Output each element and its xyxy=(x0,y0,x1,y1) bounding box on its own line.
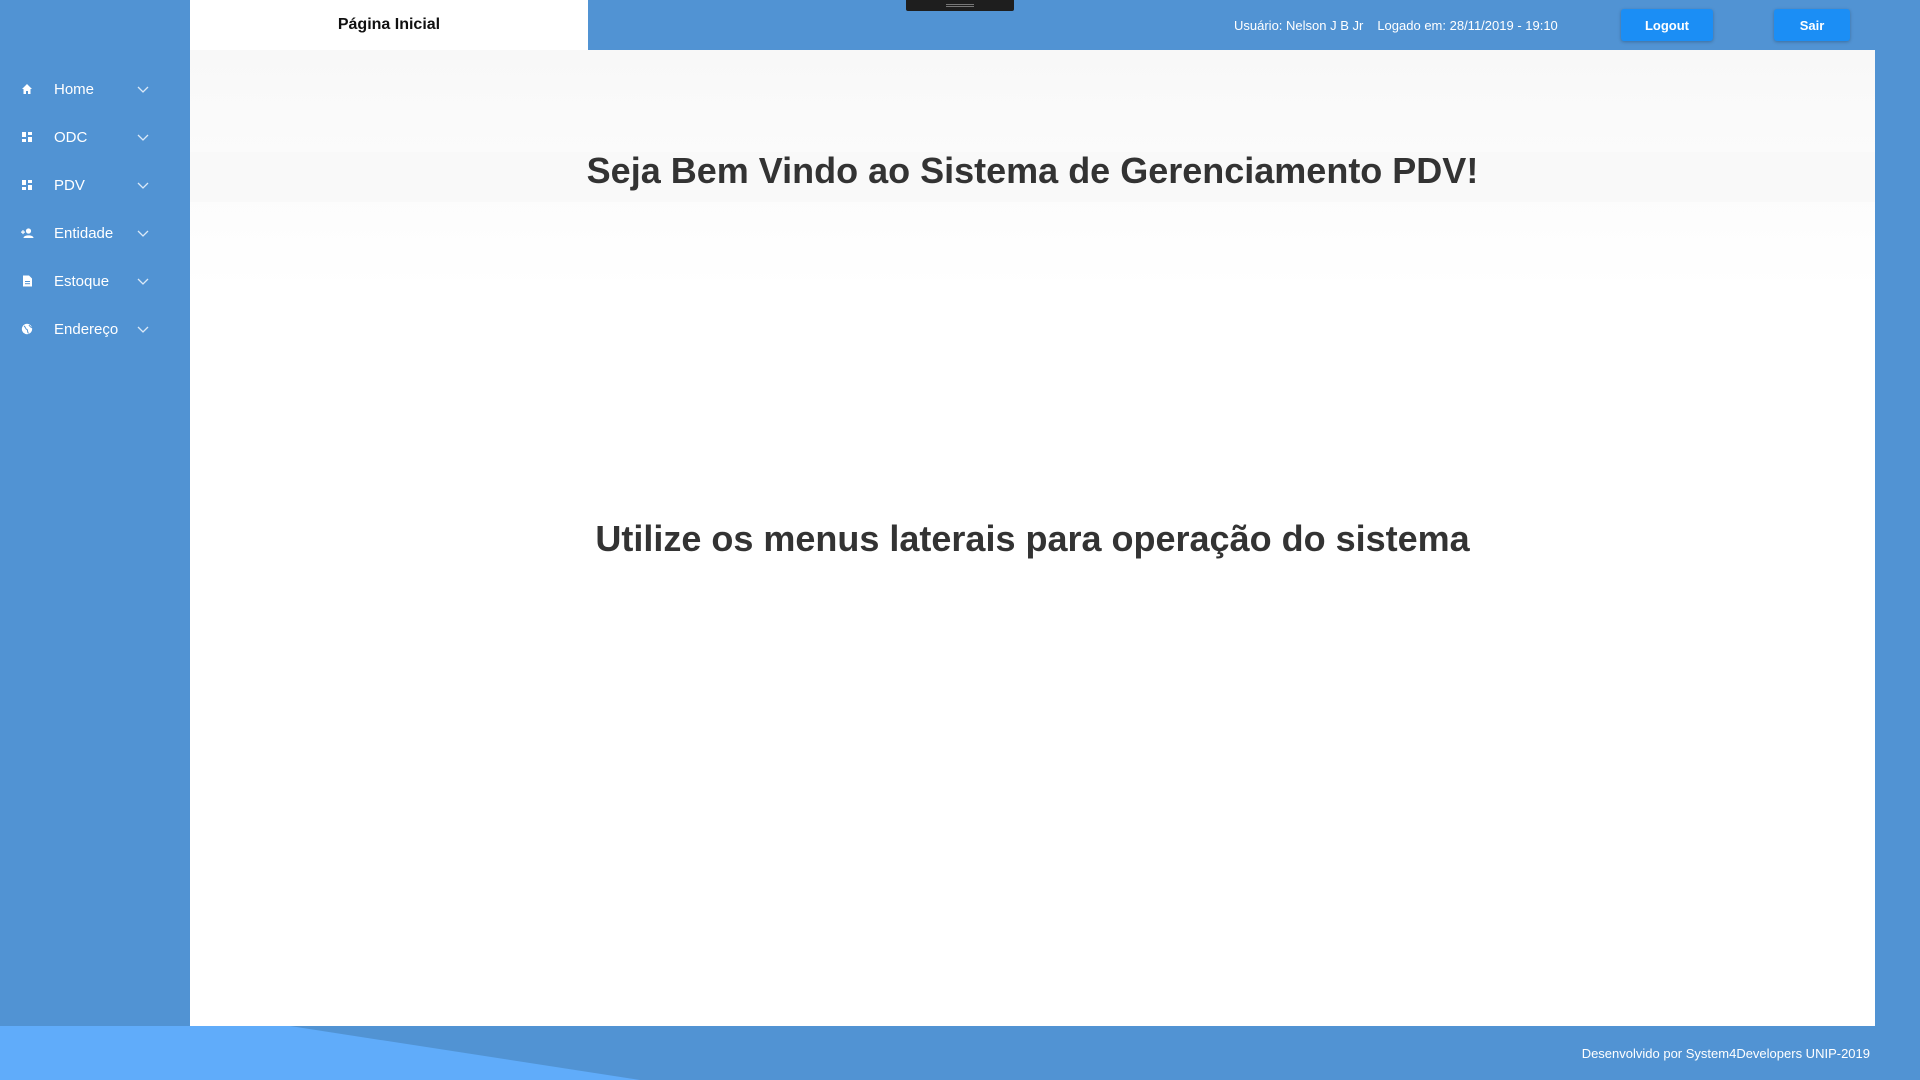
sidebar-item-pdv[interactable]: PDV xyxy=(0,161,190,209)
sidebar-item-entidade[interactable]: Entidade xyxy=(0,209,190,257)
chevron-down-icon xyxy=(136,130,150,144)
footer-credit: Desenvolvido por System4Developers UNIP-… xyxy=(1581,1045,1870,1061)
sidebar-item-estoque[interactable]: Estoque xyxy=(0,257,190,305)
sidebar-item-label: Estoque xyxy=(54,272,110,290)
chevron-down-icon xyxy=(136,82,150,96)
tab-pagina-inicial[interactable]: Página Inicial xyxy=(190,0,588,50)
globe-icon xyxy=(20,322,34,336)
drag-handle[interactable] xyxy=(906,0,1014,11)
sidebar-item-odc[interactable]: ODC xyxy=(0,113,190,161)
instruction-heading: Utilize os menus laterais para operação … xyxy=(595,518,1470,559)
chevron-down-icon xyxy=(136,226,150,240)
footer: Desenvolvido por System4Developers UNIP-… xyxy=(0,1026,1920,1080)
user-add-icon xyxy=(20,226,34,240)
sidebar-item-label: ODC xyxy=(54,128,88,146)
home-icon xyxy=(20,82,34,96)
chevron-down-icon xyxy=(136,322,150,336)
sidebar-item-label: Endereço xyxy=(54,320,119,338)
login-timestamp: Logado em: 28/11/2019 - 19:10 xyxy=(1377,17,1558,33)
exit-button[interactable]: Sair xyxy=(1774,9,1850,41)
dashboard-icon xyxy=(20,130,34,144)
welcome-heading: Seja Bem Vindo ao Sistema de Gerenciamen… xyxy=(586,150,1479,191)
main-panel: Seja Bem Vindo ao Sistema de Gerenciamen… xyxy=(190,50,1875,1026)
dashboard-icon xyxy=(20,178,34,192)
footer-decoration xyxy=(0,1026,640,1080)
document-icon xyxy=(20,274,34,288)
logout-button[interactable]: Logout xyxy=(1621,9,1713,41)
sidebar: Home ODC PDV Entidade Estoque Endereço xyxy=(0,0,190,1026)
sidebar-item-label: Entidade xyxy=(54,224,114,242)
sidebar-item-label: PDV xyxy=(54,176,85,194)
sidebar-item-label: Home xyxy=(54,80,95,98)
chevron-down-icon xyxy=(136,274,150,288)
sidebar-item-endereco[interactable]: Endereço xyxy=(0,305,190,353)
user-label: Usuário: Nelson J B Jr xyxy=(1234,17,1364,33)
sidebar-item-home[interactable]: Home xyxy=(0,65,190,113)
chevron-down-icon xyxy=(136,178,150,192)
sidebar-menu: Home ODC PDV Entidade Estoque Endereço xyxy=(0,65,190,353)
user-info: Usuário: Nelson J B Jr Logado em: 28/11/… xyxy=(1234,0,1558,50)
